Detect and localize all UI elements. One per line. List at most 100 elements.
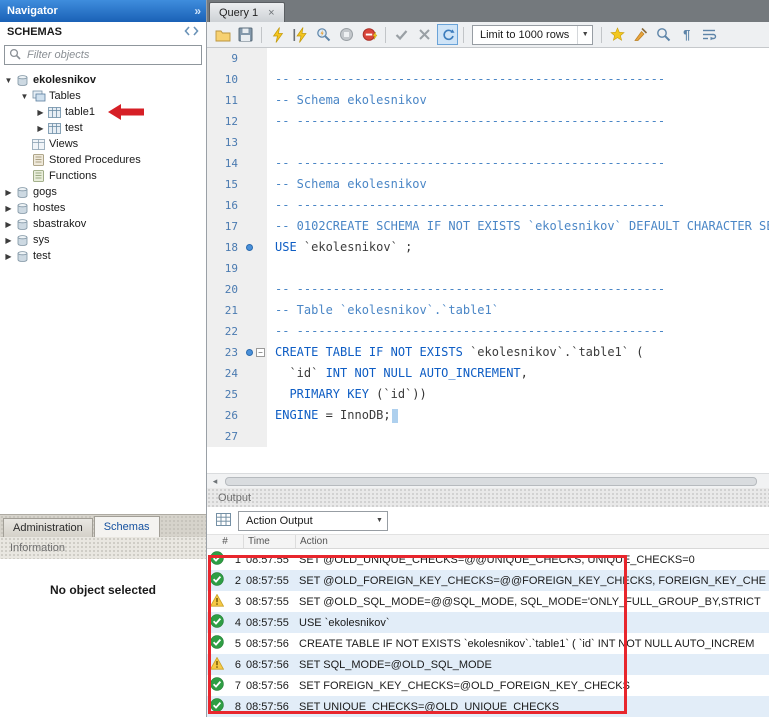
editor-line-21[interactable]: 21-- Table `ekolesnikov`.`table1` <box>207 300 769 321</box>
editor-line-18[interactable]: 18USE `ekolesnikov` ; <box>207 237 769 258</box>
rollback-icon[interactable] <box>414 24 435 45</box>
stop-icon[interactable] <box>336 24 357 45</box>
output-row-2[interactable]: 208:57:55SET @OLD_FOREIGN_KEY_CHECKS=@@F… <box>207 570 769 591</box>
tree-item-test[interactable]: ▶test <box>0 120 206 136</box>
output-row-6[interactable]: 608:57:56SET SQL_MODE=@OLD_SQL_MODE <box>207 654 769 675</box>
tree-item-sbastrakov[interactable]: ▶sbastrakov <box>0 216 206 232</box>
collapse-panel-icon[interactable]: » <box>194 4 199 18</box>
save-icon[interactable] <box>235 24 256 45</box>
explain-icon[interactable] <box>313 24 334 45</box>
open-file-icon[interactable] <box>212 24 233 45</box>
editor-line-25[interactable]: 25 PRIMARY KEY (`id`)) <box>207 384 769 405</box>
find-icon[interactable] <box>653 24 674 45</box>
editor-line-20[interactable]: 20-- -----------------------------------… <box>207 279 769 300</box>
tree-item-gogs[interactable]: ▶gogs <box>0 184 206 200</box>
warning-triangle-icon <box>210 657 224 673</box>
row-status-and-number: 7 <box>207 677 244 694</box>
editor-line-9[interactable]: 9 <box>207 48 769 69</box>
expander-icon[interactable]: ▼ <box>3 76 14 85</box>
code-text: -- Schema ekolesnikov <box>267 174 427 195</box>
tab-administration[interactable]: Administration <box>3 518 93 537</box>
success-check-icon <box>210 635 224 652</box>
scrollbar-thumb[interactable] <box>225 477 757 486</box>
close-tab-icon[interactable]: × <box>268 7 274 19</box>
expander-icon[interactable]: ▶ <box>3 188 14 197</box>
tree-item-tables[interactable]: ▼Tables <box>0 88 206 104</box>
tree-item-sys[interactable]: ▶sys <box>0 232 206 248</box>
expander-icon[interactable]: ▶ <box>3 236 14 245</box>
refresh-schemas-icon[interactable] <box>184 26 199 39</box>
editor-line-23[interactable]: 23−CREATE TABLE IF NOT EXISTS `ekolesnik… <box>207 342 769 363</box>
expander-icon[interactable]: ▶ <box>35 108 46 117</box>
editor-line-14[interactable]: 14-- -----------------------------------… <box>207 153 769 174</box>
output-row-1[interactable]: 108:57:55SET @OLD_UNIQUE_CHECKS=@@UNIQUE… <box>207 549 769 570</box>
line-number: 9 <box>207 48 243 69</box>
stop-on-error-icon[interactable] <box>359 24 380 45</box>
expander-icon[interactable]: ▶ <box>3 204 14 213</box>
editor-line-27[interactable]: 27 <box>207 426 769 447</box>
expander-icon[interactable]: ▶ <box>35 124 46 133</box>
invisibles-icon[interactable]: ¶ <box>676 24 697 45</box>
editor-margin <box>243 132 267 153</box>
editor-line-19[interactable]: 19 <box>207 258 769 279</box>
editor-margin <box>243 321 267 342</box>
editor-line-12[interactable]: 12-- -----------------------------------… <box>207 111 769 132</box>
editor-line-26[interactable]: 26ENGINE = InnoDB; <box>207 405 769 426</box>
expander-icon[interactable]: ▶ <box>3 252 14 261</box>
output-grid-icon[interactable] <box>216 513 231 529</box>
output-column-num[interactable]: # <box>207 535 244 548</box>
line-number: 18 <box>207 237 243 258</box>
tree-item-test[interactable]: ▶test <box>0 248 206 264</box>
editor-margin <box>243 300 267 321</box>
editor-line-10[interactable]: 10-- -----------------------------------… <box>207 69 769 90</box>
tree-item-hostes[interactable]: ▶hostes <box>0 200 206 216</box>
tab-schemas[interactable]: Schemas <box>94 516 160 537</box>
editor-line-17[interactable]: 17-- 0102CREATE SCHEMA IF NOT EXISTS `ek… <box>207 216 769 237</box>
editor-margin <box>243 426 267 447</box>
output-row-7[interactable]: 708:57:56SET FOREIGN_KEY_CHECKS=@OLD_FOR… <box>207 675 769 696</box>
editor-margin <box>243 111 267 132</box>
editor-line-22[interactable]: 22-- -----------------------------------… <box>207 321 769 342</box>
sql-editor[interactable]: 9 10-- ---------------------------------… <box>207 48 769 473</box>
tab-query1[interactable]: Query 1 × <box>209 2 285 22</box>
expander-icon[interactable]: ▼ <box>19 92 30 101</box>
editor-line-13[interactable]: 13 <box>207 132 769 153</box>
row-time: 08:57:56 <box>244 659 296 671</box>
editor-line-15[interactable]: 15-- Schema ekolesnikov <box>207 174 769 195</box>
editor-line-11[interactable]: 11-- Schema ekolesnikov <box>207 90 769 111</box>
code-text: CREATE TABLE IF NOT EXISTS `ekolesnikov`… <box>267 342 643 363</box>
tree-item-views[interactable]: Views <box>0 136 206 152</box>
autocommit-icon[interactable] <box>437 24 458 45</box>
editor-margin <box>243 48 267 69</box>
expander-icon[interactable]: ▶ <box>3 220 14 229</box>
commit-icon[interactable] <box>391 24 412 45</box>
execute-current-icon[interactable] <box>290 24 311 45</box>
wrap-icon[interactable] <box>699 24 720 45</box>
limit-rows-select[interactable]: Limit to 1000 rows▼ <box>472 25 593 45</box>
code-text <box>267 426 282 447</box>
output-view-select[interactable]: Action Output ▼ <box>238 511 388 531</box>
line-number: 27 <box>207 426 243 447</box>
tree-item-functions[interactable]: Functions <box>0 168 206 184</box>
output-column-time[interactable]: Time <box>244 535 296 548</box>
tree-item-table1[interactable]: ▶table1 <box>0 104 206 120</box>
editor-horizontal-scrollbar[interactable]: ◂ <box>207 473 769 488</box>
row-number: 6 <box>224 659 244 671</box>
new-snippet-icon[interactable] <box>607 24 628 45</box>
tree-item-stored-procedures[interactable]: Stored Procedures <box>0 152 206 168</box>
fn-icon <box>30 170 47 182</box>
output-row-3[interactable]: 308:57:55SET @OLD_SQL_MODE=@@SQL_MODE, S… <box>207 591 769 612</box>
output-row-8[interactable]: 808:57:56SET UNIQUE_CHECKS=@OLD_UNIQUE_C… <box>207 696 769 717</box>
editor-line-16[interactable]: 16-- -----------------------------------… <box>207 195 769 216</box>
tree-item-ekolesnikov[interactable]: ▼ekolesnikov <box>0 72 206 88</box>
editor-line-24[interactable]: 24 `id` INT NOT NULL AUTO_INCREMENT, <box>207 363 769 384</box>
fold-collapse-icon[interactable]: − <box>256 348 265 357</box>
execute-icon[interactable] <box>267 24 288 45</box>
output-column-action[interactable]: Action <box>296 535 769 548</box>
scroll-left-icon[interactable]: ◂ <box>207 474 223 488</box>
beautify-icon[interactable] <box>630 24 651 45</box>
editor-margin <box>243 90 267 111</box>
filter-input[interactable] <box>25 48 197 62</box>
output-row-5[interactable]: 508:57:56CREATE TABLE IF NOT EXISTS `eko… <box>207 633 769 654</box>
output-row-4[interactable]: 408:57:55USE `ekolesnikov` <box>207 612 769 633</box>
